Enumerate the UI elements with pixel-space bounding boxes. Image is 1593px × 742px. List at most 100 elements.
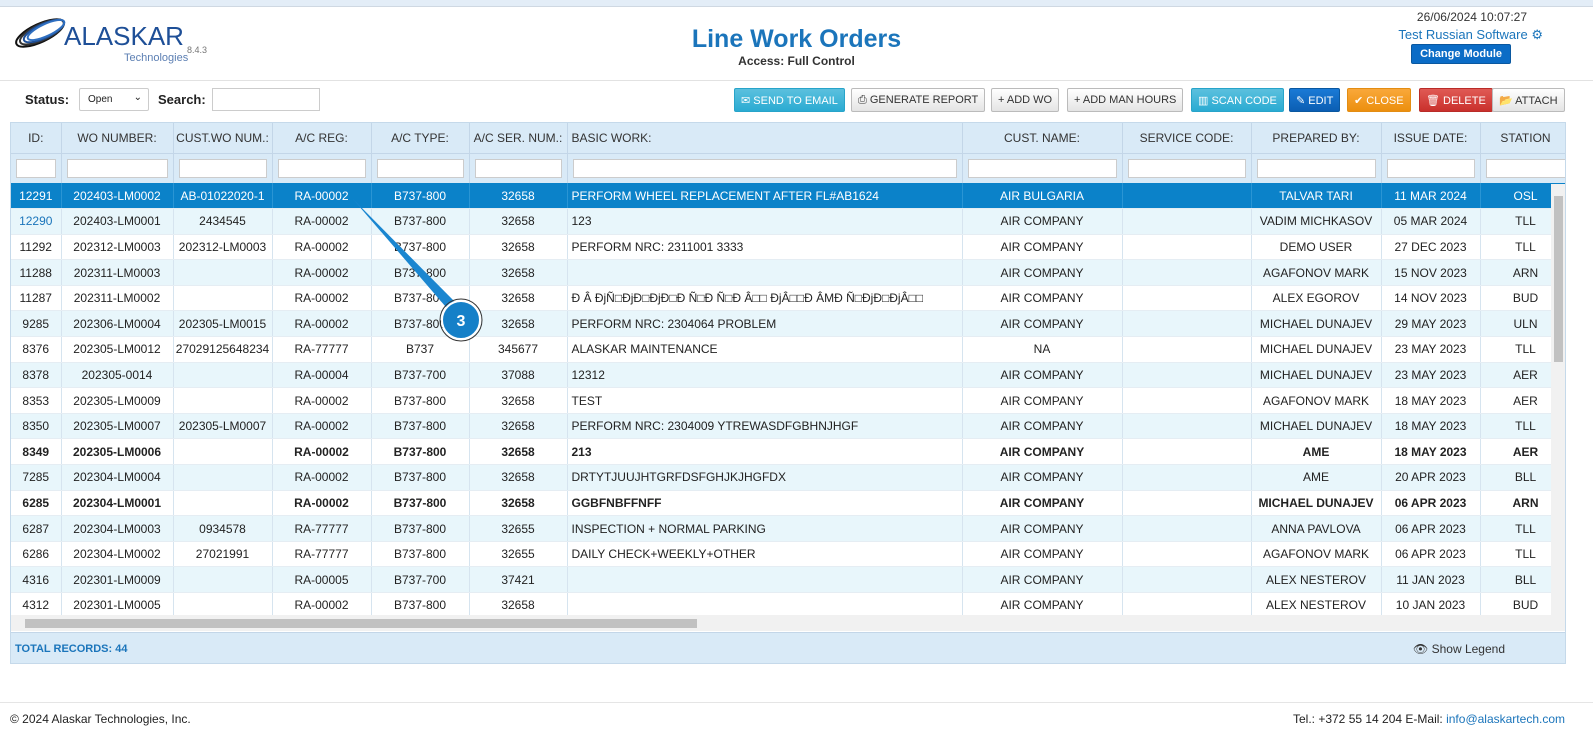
table-row[interactable]: 8353 202305-LM0009 RA-00002 B737-800 32658 TE… <box>11 387 1565 414</box>
generate-report-button[interactable]: ⎙ GENERATE REPORT <box>851 88 986 112</box>
send-to-email-icon: ✉ <box>741 95 751 107</box>
cell-issue-date: 11 MAR 2024 <box>1381 183 1481 210</box>
cell-service-code <box>1122 490 1252 517</box>
cell-cust-wo-num: 202312-LM0003 <box>173 234 273 261</box>
cell-cust-name: AIR BULGARIA <box>962 183 1123 210</box>
column-header[interactable]: STATION <box>1480 123 1565 154</box>
cell-ac-reg: RA-00002 <box>272 285 372 312</box>
table-row[interactable]: 8349 202305-LM0006 RA-00002 B737-800 32658 21… <box>11 438 1565 466</box>
cell-issue-date: 06 APR 2023 <box>1381 490 1481 517</box>
cell-ac-reg: RA-00002 <box>272 490 372 517</box>
show-legend-button[interactable]: 👁 Show Legend <box>1413 642 1505 656</box>
add-man-hours-button[interactable]: + ADD MAN HOURS <box>1067 88 1184 112</box>
column-header[interactable]: ISSUE DATE: <box>1381 123 1481 154</box>
column-filter-input[interactable] <box>1386 158 1475 178</box>
send-to-email-button[interactable]: ✉ SEND TO EMAIL <box>734 88 845 112</box>
column-header[interactable]: A/C REG: <box>272 123 372 154</box>
cell-issue-date: 18 MAY 2023 <box>1381 438 1481 466</box>
cell-ac-reg: RA-00002 <box>272 183 372 210</box>
software-link[interactable]: Test Russian Software ⚙ <box>1398 27 1543 43</box>
cell-id: 8353 <box>11 387 62 414</box>
status-select[interactable]: Open ⌄ <box>79 88 149 111</box>
column-filter-input[interactable] <box>967 158 1117 178</box>
gear-icon[interactable]: ⚙ <box>1531 27 1543 42</box>
cell-basic-work: PERFORM NRC: 2304009 YTREWASDFGBHNJHGF <box>567 413 963 440</box>
table-row[interactable]: 11287 202311-LM0002 RA-00002 B737-800 32658 Ð… <box>11 285 1565 312</box>
column-header[interactable]: BASIC WORK: <box>567 123 963 154</box>
cell-cust-name: AIR COMPANY <box>962 413 1123 440</box>
column-header[interactable]: A/C TYPE: <box>371 123 470 154</box>
search-input[interactable] <box>212 88 320 111</box>
horizontal-scrollbar[interactable] <box>11 615 1553 631</box>
column-filter-input[interactable] <box>1256 158 1376 178</box>
column-header[interactable]: A/C SER. NUM.: <box>469 123 568 154</box>
cell-id: 8349 <box>11 438 62 466</box>
column-header[interactable]: WO NUMBER: <box>61 123 174 154</box>
cell-ac-type: B737-700 <box>371 566 470 593</box>
column-filter-input[interactable] <box>66 158 168 178</box>
column-filter-input[interactable] <box>474 158 562 178</box>
cell-prepared-by: MICHAEL DUNAJEV <box>1251 336 1382 363</box>
datetime: 26/06/2024 10:07:27 <box>1416 10 1527 24</box>
close-button[interactable]: ✔ CLOSE <box>1347 88 1411 112</box>
table-row[interactable]: 12290 202403-LM0001 2434545 RA-00002 B737-80… <box>11 208 1565 235</box>
cell-issue-date: 18 MAY 2023 <box>1381 413 1481 440</box>
column-filter-input[interactable] <box>1485 158 1565 178</box>
cell-service-code <box>1122 310 1252 338</box>
table-row[interactable]: 11292 202312-LM0003 202312-LM0003 RA-00002 B… <box>11 234 1565 261</box>
cell-id: 6285 <box>11 490 62 517</box>
table-row[interactable]: 9285 202306-LM0004 202305-LM0015 RA-00002 B7… <box>11 310 1565 338</box>
column-filter-input[interactable] <box>1127 158 1246 178</box>
add-wo-button[interactable]: + ADD WO <box>991 88 1060 112</box>
cell-service-code <box>1122 208 1252 235</box>
email-link[interactable]: info@alaskartech.com <box>1446 712 1565 726</box>
cell-ac-reg: RA-77777 <box>272 336 372 363</box>
cell-issue-date: 29 MAY 2023 <box>1381 310 1481 338</box>
cell-ac-reg: RA-00004 <box>272 362 372 389</box>
cell-basic-work: DAILY CHECK+WEEKLY+OTHER <box>567 541 963 568</box>
cell-prepared-by: MICHAEL DUNAJEV <box>1251 310 1382 338</box>
table-row[interactable]: 8350 202305-LM0007 202305-LM0007 RA-00002 B7… <box>11 413 1565 440</box>
cell-ac-reg: RA-00002 <box>272 438 372 466</box>
cell-ac-ser-num: 32658 <box>469 285 568 312</box>
column-filter-input[interactable] <box>572 158 957 178</box>
edit-button[interactable]: ✎ EDIT <box>1289 88 1341 112</box>
table-row[interactable]: 6286 202304-LM0002 27021991 RA-77777 B737-80… <box>11 541 1565 568</box>
change-module-button[interactable]: Change Module <box>1411 44 1511 64</box>
cell-cust-name: NA <box>962 336 1123 363</box>
table-row[interactable]: 6285 202304-LM0001 RA-00002 B737-800 32658 GG… <box>11 490 1565 517</box>
cell-cust-wo-num: 27029125648234 <box>173 336 273 363</box>
cell-wo-number: 202312-LM0003 <box>61 234 174 261</box>
column-filter-input[interactable] <box>277 158 366 178</box>
cell-id: 8376 <box>11 336 62 363</box>
cell-cust-wo-num: 2434545 <box>173 208 273 235</box>
column-header[interactable]: PREPARED BY: <box>1251 123 1382 154</box>
table-row[interactable]: 8378 202305-0014 RA-00004 B737-700 37088 1231… <box>11 362 1565 389</box>
scroll-thumb[interactable] <box>1554 196 1563 362</box>
scroll-thumb[interactable] <box>25 619 697 628</box>
table-row[interactable]: 7285 202304-LM0004 RA-00002 B737-800 32658 DR… <box>11 464 1565 491</box>
column-filter-input[interactable] <box>178 158 267 178</box>
cell-ac-type: B737-800 <box>371 183 470 210</box>
attach-button[interactable]: 📂 ATTACH <box>1492 88 1565 112</box>
column-header[interactable]: CUST. NAME: <box>962 123 1123 154</box>
table-row[interactable]: 4316 202301-LM0009 RA-00005 B737-700 37421 AI… <box>11 566 1565 593</box>
table-row[interactable]: 8376 202305-LM0012 27029125648234 RA-77777 B… <box>11 336 1565 363</box>
table-row[interactable]: 6287 202304-LM0003 0934578 RA-77777 B737-800… <box>11 515 1565 542</box>
cell-id: 6286 <box>11 541 62 568</box>
cell-issue-date: 23 MAY 2023 <box>1381 336 1481 363</box>
cell-prepared-by: TALVAR TARI <box>1251 183 1382 210</box>
column-filter-input[interactable] <box>376 158 464 178</box>
column-filter-input[interactable] <box>16 158 56 178</box>
delete-button[interactable]: 🗑 DELETE <box>1419 88 1493 112</box>
cell-service-code <box>1122 183 1252 210</box>
cell-ac-type: B737-800 <box>371 208 470 235</box>
cell-ac-ser-num: 32658 <box>469 234 568 261</box>
table-row[interactable]: 11288 202311-LM0003 RA-00002 B737-800 32658 A… <box>11 259 1565 286</box>
column-header[interactable]: SERVICE CODE: <box>1122 123 1252 154</box>
scan-code-button[interactable]: ▥ SCAN CODE <box>1191 88 1284 112</box>
vertical-scrollbar[interactable] <box>1551 184 1565 631</box>
table-row[interactable]: 12291 202403-LM0002 AB-01022020-1 RA-00002 B… <box>11 183 1565 210</box>
column-header[interactable]: ID: <box>11 123 62 154</box>
column-header[interactable]: CUST.WO NUM.: <box>173 123 273 154</box>
